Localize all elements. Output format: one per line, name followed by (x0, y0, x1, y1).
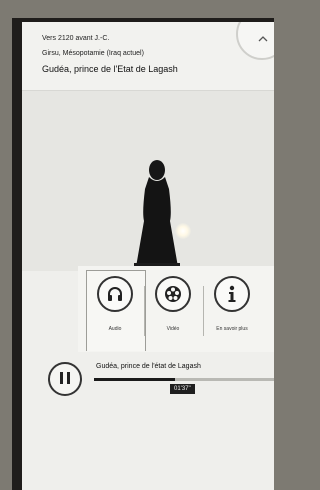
gudea-statue-image (134, 160, 180, 269)
audio-label: Audio (108, 326, 122, 332)
date-label: Vers 2120 avant J.-C. (42, 35, 110, 42)
page-title: Gudéa, prince de l'Etat de Lagash (42, 64, 178, 74)
info-icon (214, 276, 250, 312)
pause-icon (60, 372, 70, 384)
video-button[interactable]: Vidéo (143, 276, 203, 332)
place-label: Girsu, Mésopotamie (Iraq actuel) (42, 50, 144, 57)
app-screen: Vers 2120 avant J.-C. Girsu, Mésopotamie… (22, 22, 274, 490)
close-button[interactable] (236, 22, 274, 60)
header: Vers 2120 avant J.-C. Girsu, Mésopotamie… (22, 22, 274, 92)
more-info-label: En savoir plus (216, 326, 248, 332)
progress-fill (94, 378, 175, 381)
video-reel-icon (155, 276, 191, 312)
elapsed-time: 01'37'' (170, 384, 195, 394)
chevron-icon (258, 36, 268, 42)
artwork-image (22, 91, 274, 271)
headphones-icon (97, 276, 133, 312)
audio-button[interactable]: Audio (85, 276, 145, 332)
light-glare (175, 223, 191, 239)
progress-bar[interactable] (94, 378, 274, 381)
track-title: Gudéa, prince de l'état de Lagash (96, 363, 201, 370)
video-label: Vidéo (166, 326, 180, 332)
more-info-button[interactable]: En savoir plus (202, 276, 262, 332)
pause-button[interactable] (48, 362, 82, 396)
